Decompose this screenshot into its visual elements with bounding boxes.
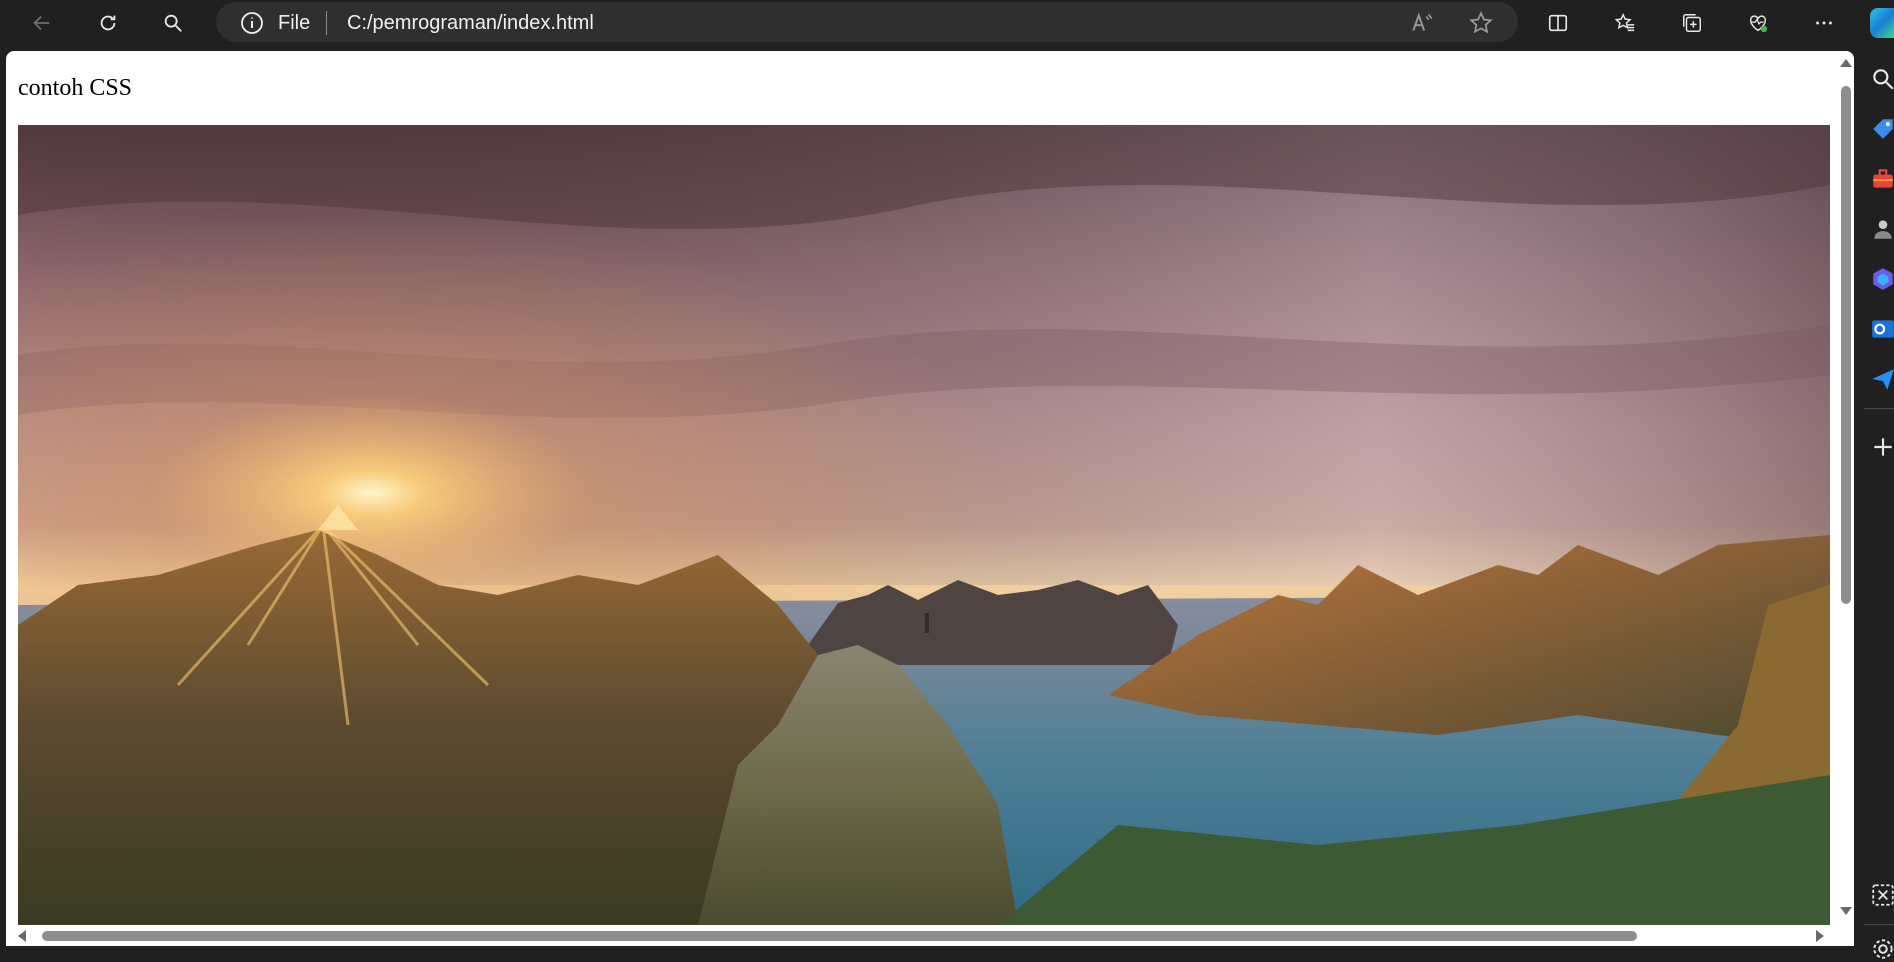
- refresh-icon[interactable]: [90, 6, 126, 40]
- copilot-icon[interactable]: [1870, 266, 1894, 292]
- horizontal-scrollbar[interactable]: [6, 925, 1836, 946]
- send-icon[interactable]: [1870, 366, 1894, 392]
- favorites-icon[interactable]: [1607, 6, 1643, 40]
- outlook-icon[interactable]: [1870, 316, 1894, 342]
- vertical-scroll-thumb[interactable]: [1841, 86, 1851, 604]
- collections-icon[interactable]: [1674, 6, 1710, 40]
- settings-icon[interactable]: [1870, 936, 1894, 962]
- add-icon[interactable]: [1870, 434, 1894, 460]
- edge-sidebar: [1856, 46, 1894, 959]
- web-page: contoh CSS: [6, 51, 1854, 946]
- page-heading: contoh CSS: [18, 75, 133, 101]
- star-icon[interactable]: [1468, 10, 1494, 36]
- scroll-left-arrow-icon[interactable]: [18, 930, 26, 942]
- more-icon[interactable]: [1806, 6, 1842, 40]
- address-divider: [326, 11, 327, 35]
- url-text[interactable]: C:/pemrograman/index.html: [347, 12, 594, 35]
- vertical-scrollbar[interactable]: [1836, 51, 1854, 931]
- scheme-label: File: [278, 12, 311, 34]
- shopping-tag-icon[interactable]: [1870, 116, 1894, 142]
- scroll-up-arrow-icon[interactable]: [1840, 59, 1852, 67]
- people-icon[interactable]: [1870, 216, 1894, 242]
- browser-toolbar: File C:/pemrograman/index.html: [0, 0, 1894, 46]
- tools-icon[interactable]: [1870, 166, 1894, 192]
- browser-essentials-icon[interactable]: [1740, 6, 1776, 40]
- mountain-fjord-sunset-photo: [18, 125, 1830, 925]
- horizontal-scroll-thumb[interactable]: [42, 931, 1637, 941]
- read-aloud-icon[interactable]: [1409, 10, 1435, 36]
- scroll-down-arrow-icon[interactable]: [1840, 907, 1852, 915]
- sidebar-divider: [1864, 924, 1894, 925]
- split-screen-icon[interactable]: [1540, 6, 1576, 40]
- info-icon[interactable]: [240, 11, 264, 35]
- address-bar[interactable]: File C:/pemrograman/index.html: [216, 2, 1518, 42]
- search-icon[interactable]: [1870, 66, 1894, 92]
- back-arrow-icon[interactable]: [24, 6, 60, 40]
- sidebar-divider: [1864, 408, 1894, 409]
- scroll-right-arrow-icon[interactable]: [1816, 930, 1824, 942]
- screenshot-icon[interactable]: [1870, 882, 1894, 908]
- search-icon[interactable]: [155, 6, 191, 40]
- copilot-button-icon[interactable]: [1870, 8, 1894, 38]
